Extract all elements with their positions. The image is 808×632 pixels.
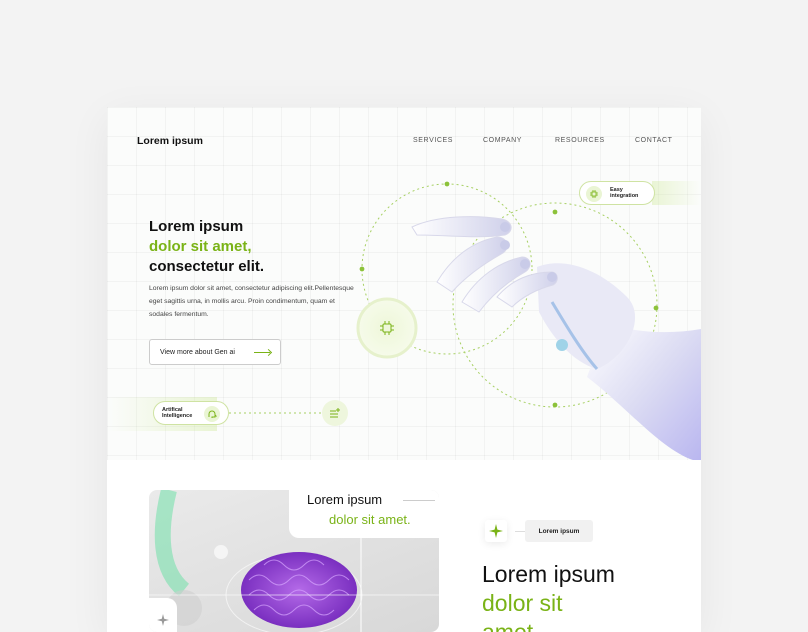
feature-title: Lorem ipsum dolor sit amet xyxy=(482,560,615,632)
glow-right xyxy=(652,181,701,205)
chip-small-icon xyxy=(586,186,602,202)
card-subtitle: dolor sit amet. xyxy=(329,512,411,527)
card-title-divider xyxy=(403,500,435,501)
pill-ai-line2: Intelligence xyxy=(162,413,193,419)
feature-title-line3: amet xyxy=(482,619,534,632)
sparkle-icon xyxy=(157,614,169,626)
feature-section: Lorem ipsum dolor sit amet. Lorem ipsum … xyxy=(107,460,701,632)
hero-section: Lorem ipsum SERVICES COMPANY RESOURCES C… xyxy=(107,107,701,460)
pill-artificial-intelligence: Artifical Intelligence xyxy=(153,401,229,425)
hero-headline: Lorem ipsum dolor sit amet, consectetur … xyxy=(149,217,264,277)
feature-title-line2: dolor sit xyxy=(482,590,563,616)
brain-head-icon xyxy=(204,406,220,422)
hero-description: Lorem ipsum dolor sit amet, consectetur … xyxy=(149,285,354,318)
landing-page-card: Lorem ipsum SERVICES COMPANY RESOURCES C… xyxy=(107,107,701,632)
arrow-right-icon xyxy=(254,352,270,353)
tag-connector xyxy=(515,531,525,532)
list-plus-icon xyxy=(322,400,348,426)
pill-easy-integration: Easy integration xyxy=(579,181,655,205)
sparkle-icon xyxy=(485,520,507,542)
headline-line3: consectetur elit. xyxy=(149,258,265,275)
view-more-button[interactable]: View more about Gen ai xyxy=(149,339,281,365)
chip-icon xyxy=(373,314,401,342)
card-title: Lorem ipsum xyxy=(307,492,383,507)
headline-line2: dolor sit amet, xyxy=(149,238,252,255)
headline-line1: Lorem ipsum xyxy=(149,218,244,235)
view-more-label: View more about Gen ai xyxy=(160,348,235,356)
feature-title-line1: Lorem ipsum xyxy=(482,561,615,587)
pill-easy-line2: integration xyxy=(610,193,639,199)
feature-tag: Lorem ipsum xyxy=(525,520,593,542)
